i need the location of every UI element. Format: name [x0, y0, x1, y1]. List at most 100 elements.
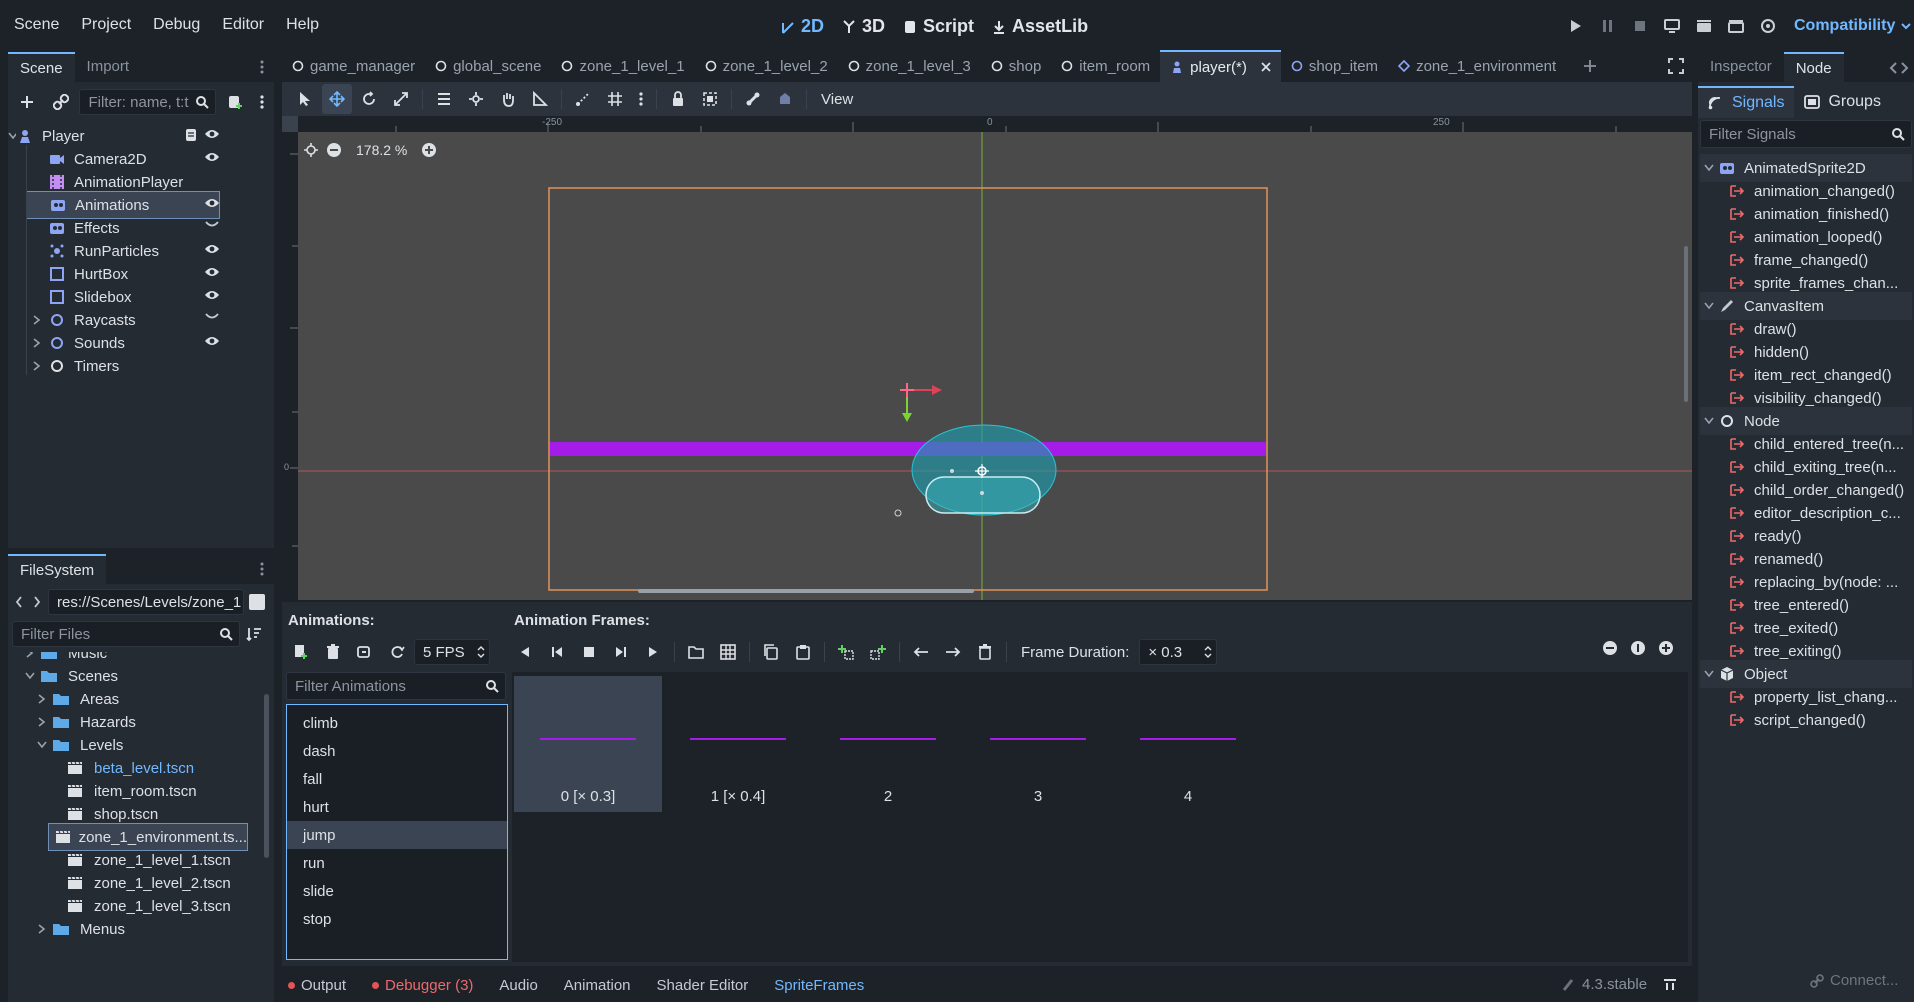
workspace-3d-button[interactable]: 3D: [842, 16, 885, 37]
view-menu-button[interactable]: View: [813, 91, 861, 108]
scale-mode-button[interactable]: [386, 84, 416, 114]
filter-animations-input[interactable]: Filter Animations: [286, 672, 506, 700]
pivot-mode-button[interactable]: [461, 84, 491, 114]
connect-button[interactable]: Connect...: [1810, 972, 1898, 989]
expand-arrow-icon[interactable]: [26, 338, 48, 348]
forward-chevron-icon[interactable]: [30, 596, 44, 608]
tab-scene[interactable]: Scene: [8, 52, 75, 82]
rotate-mode-button[interactable]: [354, 84, 384, 114]
scene-tab-player[interactable]: player(*): [1160, 50, 1281, 82]
ruler-mode-button[interactable]: [525, 84, 555, 114]
scene-tab-shop[interactable]: shop: [981, 50, 1052, 82]
distraction-free-button[interactable]: [1668, 58, 1684, 74]
workspace-assetlib-button[interactable]: AssetLib: [992, 16, 1088, 37]
move-frame-left-button[interactable]: [906, 637, 936, 667]
eye-icon[interactable]: [204, 151, 220, 163]
animation-item[interactable]: run: [287, 849, 507, 877]
tab-import[interactable]: Import: [75, 52, 142, 82]
sprite-frame[interactable]: 3: [964, 676, 1112, 812]
eye-icon[interactable]: [204, 243, 220, 255]
instantiate-scene-button[interactable]: [46, 87, 76, 117]
select-mode-button[interactable]: [290, 84, 320, 114]
expand-arrow-icon[interactable]: [22, 652, 38, 658]
insert-empty-after-button[interactable]: [863, 637, 893, 667]
eye-icon[interactable]: [204, 197, 220, 209]
delete-frame-button[interactable]: [970, 637, 1000, 667]
move-frame-right-button[interactable]: [938, 637, 968, 667]
shape-handle[interactable]: [980, 491, 984, 495]
add-frames-from-sheet-button[interactable]: [713, 637, 743, 667]
grid-snap-button[interactable]: [600, 84, 630, 114]
collapse-arrow-icon[interactable]: [22, 672, 38, 680]
shape-handle[interactable]: [950, 469, 954, 473]
canvas-viewport[interactable]: -250 0 250 0 178.2 %: [282, 116, 1692, 600]
collapse-arrow-icon[interactable]: [1700, 417, 1718, 425]
signal-item[interactable]: script_changed(): [1700, 706, 1912, 734]
play-from-start-button[interactable]: [606, 637, 636, 667]
scene-tab-zone_1_level_1[interactable]: zone_1_level_1: [551, 50, 694, 82]
lock-button[interactable]: [663, 84, 693, 114]
frame-duration-spinbox[interactable]: × 0.3: [1139, 639, 1218, 665]
scene-menu-kebab-icon[interactable]: [254, 87, 270, 117]
filter-files-input[interactable]: Filter Files: [12, 621, 240, 647]
menu-help[interactable]: Help: [275, 0, 330, 50]
sprite-tools-button[interactable]: [770, 84, 800, 114]
paste-frame-button[interactable]: [788, 637, 818, 667]
animation-item[interactable]: fall: [287, 765, 507, 793]
tab-filesystem[interactable]: FileSystem: [8, 554, 107, 584]
menu-editor[interactable]: Editor: [211, 0, 275, 50]
script-icon[interactable]: [184, 127, 198, 143]
workspace-2d-button[interactable]: 2D: [781, 16, 824, 37]
group-button[interactable]: [695, 84, 725, 114]
dock-move-icon[interactable]: [1888, 62, 1910, 74]
bottom-tab-animation[interactable]: Animation: [564, 977, 631, 994]
kebab-menu-icon[interactable]: [260, 554, 274, 584]
menu-debug[interactable]: Debug: [142, 0, 211, 50]
scene-tab-zone_1_level_3[interactable]: zone_1_level_3: [838, 50, 981, 82]
collapse-arrow-icon[interactable]: [1700, 164, 1718, 172]
expand-arrow-icon[interactable]: [34, 717, 50, 727]
play-custom-scene-button[interactable]: [1720, 10, 1752, 42]
expand-arrow-icon[interactable]: [26, 361, 48, 371]
filter-signals-input[interactable]: Filter Signals: [1700, 120, 1912, 148]
delete-animation-button[interactable]: [318, 637, 348, 667]
workspace-script-button[interactable]: Script: [903, 16, 974, 37]
pan-mode-button[interactable]: [493, 84, 523, 114]
play-scene-button[interactable]: [1688, 10, 1720, 42]
eye-closed-icon[interactable]: [204, 312, 220, 322]
fps-spinbox[interactable]: 5 FPS: [414, 639, 490, 665]
sprite-frame[interactable]: 2: [814, 676, 962, 812]
animation-item[interactable]: dash: [287, 737, 507, 765]
scene-tab-zone_1_environment[interactable]: zone_1_environment: [1388, 50, 1566, 82]
tab-node[interactable]: Node: [1783, 52, 1844, 82]
tab-inspector[interactable]: Inspector: [1698, 52, 1784, 82]
kebab-menu-icon[interactable]: [260, 52, 274, 82]
animation-item[interactable]: jump: [287, 821, 507, 849]
scene-tab-item_room[interactable]: item_room: [1051, 50, 1160, 82]
back-chevron-icon[interactable]: [12, 596, 26, 608]
smart-snap-button[interactable]: [568, 84, 598, 114]
snap-options-kebab-icon[interactable]: [632, 84, 650, 114]
animation-item[interactable]: climb: [287, 709, 507, 737]
renderer-selector[interactable]: Compatibility: [1794, 17, 1912, 35]
collapse-arrow-icon[interactable]: [1700, 670, 1718, 678]
add-node-button[interactable]: [12, 87, 42, 117]
stop-anim-button[interactable]: [574, 637, 604, 667]
sprite-frame[interactable]: 0 [× 0.3]: [514, 676, 662, 812]
tree-node-timers[interactable]: Timers: [26, 352, 220, 380]
zoom-reset-icon[interactable]: [1630, 640, 1646, 656]
stop-button[interactable]: [1624, 10, 1656, 42]
sprite-frame[interactable]: 4: [1114, 676, 1262, 812]
animation-item[interactable]: stop: [287, 905, 507, 933]
expand-arrow-icon[interactable]: [26, 315, 48, 325]
sort-icon[interactable]: [246, 626, 262, 642]
close-icon[interactable]: [1261, 62, 1271, 72]
v-scrollbar[interactable]: [1684, 246, 1688, 402]
layout-toggle-icon[interactable]: [248, 593, 266, 611]
h-scrollbar[interactable]: [638, 589, 974, 593]
collapse-arrow-icon[interactable]: [34, 741, 50, 749]
collapse-arrow-icon[interactable]: [1700, 302, 1718, 310]
zoom-in-icon[interactable]: [1658, 640, 1674, 656]
animation-item[interactable]: slide: [287, 877, 507, 905]
animation-item[interactable]: hurt: [287, 793, 507, 821]
